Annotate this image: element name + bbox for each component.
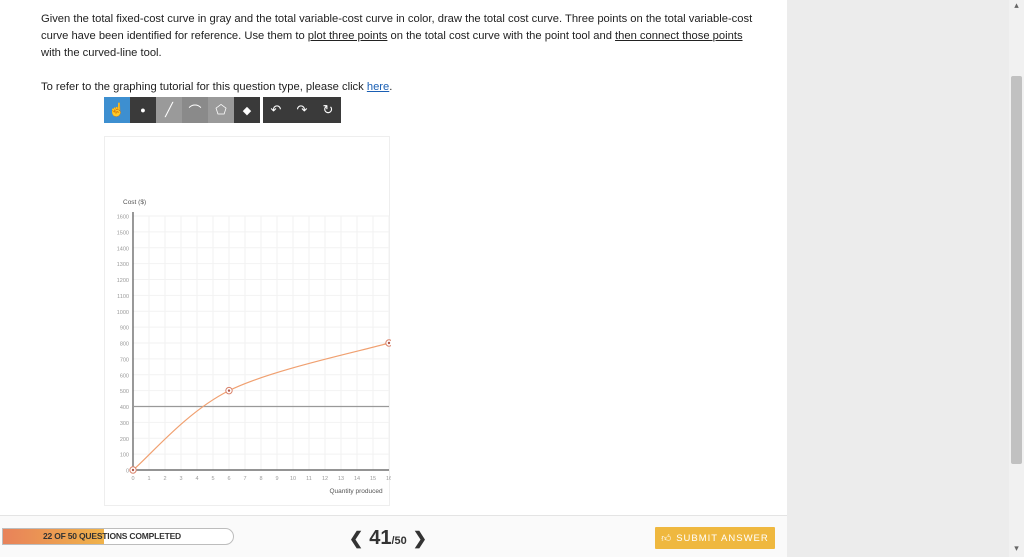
previous-question-button[interactable]: ❮ [343, 529, 369, 549]
y-tick-label: 0 [126, 469, 129, 475]
label-tool-button[interactable]: ◆ [234, 97, 260, 123]
x-tick-label: 8 [259, 476, 262, 482]
graph-canvas[interactable]: 0 100 200 300 400 500 600 700 800 900 1000 1100 1200… [104, 136, 391, 507]
x-tick-label: 4 [195, 476, 198, 482]
question-part-3: with the curved-line tool. [41, 47, 162, 59]
reference-point-center [387, 341, 391, 345]
y-tick-label: 800 [120, 342, 129, 348]
undo-icon: ↶ [270, 102, 282, 117]
progress-label: 22 OF 50 QUESTIONS COMPLETED [43, 531, 181, 541]
side-panel [787, 0, 1009, 557]
reference-point-center [131, 468, 135, 472]
y-tick-label: 500 [120, 389, 129, 395]
x-tick-label: 2 [163, 476, 166, 482]
tutorial-text: To refer to the graphing tutorial for th… [41, 81, 392, 93]
x-tick-label: 14 [354, 476, 360, 482]
tag-icon: ◆ [242, 104, 252, 117]
x-tick-label: 7 [243, 476, 246, 482]
next-question-button[interactable]: ❯ [407, 529, 433, 549]
redo-button[interactable]: ↷ [289, 97, 315, 123]
line-tool-button[interactable]: ╱ [156, 97, 182, 123]
point-tool-button[interactable]: ● [130, 97, 156, 123]
polygon-tool-button[interactable]: ⬠ [208, 97, 234, 123]
scrollbar-thumb[interactable] [1011, 76, 1022, 464]
scroll-down-arrow-icon[interactable]: ▾ [1011, 542, 1022, 554]
tutorial-here-link[interactable]: here [367, 81, 389, 93]
curve-tool-button[interactable]: ⌒ [182, 97, 208, 123]
x-tick-label: 3 [179, 476, 182, 482]
y-tick-label: 900 [120, 326, 129, 332]
redo-icon: ↷ [296, 102, 308, 117]
x-tick-label: 9 [275, 476, 278, 482]
x-tick-label: 15 [370, 476, 376, 482]
x-tick-label: 12 [322, 476, 328, 482]
x-tick-label: 5 [211, 476, 214, 482]
y-tick-label: 1000 [117, 310, 129, 316]
graph-toolbar: ☝ ● ╱ ⌒ ⬠ ◆ ↶ ↷ ↻ [104, 97, 341, 123]
curve-icon: ⌒ [188, 103, 202, 119]
reset-button[interactable]: ↻ [315, 97, 341, 123]
x-tick-label: 16 [386, 476, 391, 482]
plot-three-points-link[interactable]: plot three points [308, 30, 388, 42]
undo-button[interactable]: ↶ [263, 97, 289, 123]
x-tick-label: 10 [290, 476, 296, 482]
line-icon: ╱ [165, 102, 173, 117]
point-icon: ● [140, 105, 146, 115]
question-pager: ❮ 41 /50 ❯ [343, 527, 433, 549]
y-tick-label: 700 [120, 357, 129, 363]
connect-points-link[interactable]: then connect those points [615, 30, 743, 42]
current-question-number: 41 [369, 527, 392, 549]
total-questions: /50 [391, 535, 407, 547]
cost-chart[interactable]: 0100200300400500600700800900100011001200… [105, 137, 391, 507]
hand-icon: ☝ [108, 102, 126, 117]
y-tick-label: 1100 [117, 294, 129, 300]
y-axis-label: Cost ($) [123, 199, 146, 206]
polygon-icon: ⬠ [215, 102, 227, 117]
question-text: Given the total fixed-cost curve in gray… [41, 11, 761, 62]
reference-point-center [227, 389, 231, 392]
y-tick-label: 1400 [117, 246, 129, 252]
x-tick-label: 1 [147, 476, 150, 482]
y-tick-label: 1500 [117, 230, 129, 236]
submit-label: SUBMIT ANSWER [676, 532, 769, 544]
x-tick-label: 0 [131, 476, 134, 482]
submit-answer-button[interactable]: 👍︎ SUBMIT ANSWER [655, 527, 775, 549]
y-tick-label: 1200 [117, 278, 129, 284]
question-content-area: Given the total fixed-cost curve in gray… [0, 0, 787, 515]
reset-icon: ↻ [322, 102, 334, 117]
scroll-up-arrow-icon[interactable]: ▴ [1011, 0, 1022, 10]
question-part-2: on the total cost curve with the point t… [387, 30, 616, 42]
page: Given the total fixed-cost curve in gray… [0, 0, 1024, 557]
thumbs-up-icon: 👍︎ [661, 533, 673, 544]
x-tick-label: 11 [306, 476, 312, 482]
x-tick-label: 6 [227, 476, 230, 482]
y-tick-label: 100 [120, 453, 129, 459]
x-tick-label: 13 [338, 476, 344, 482]
progress-bar: 22 OF 50 QUESTIONS COMPLETED [2, 528, 234, 545]
tutorial-label: To refer to the graphing tutorial for th… [41, 81, 367, 93]
y-tick-label: 600 [120, 373, 129, 379]
tutorial-suffix: . [389, 81, 393, 93]
x-axis-label: Quantity produced [329, 488, 383, 495]
y-tick-label: 200 [120, 437, 129, 443]
y-tick-label: 1600 [117, 215, 129, 221]
y-tick-label: 400 [120, 405, 129, 411]
y-tick-label: 1300 [117, 262, 129, 268]
y-tick-label: 300 [120, 421, 129, 427]
hand-tool-button[interactable]: ☝ [104, 97, 130, 123]
